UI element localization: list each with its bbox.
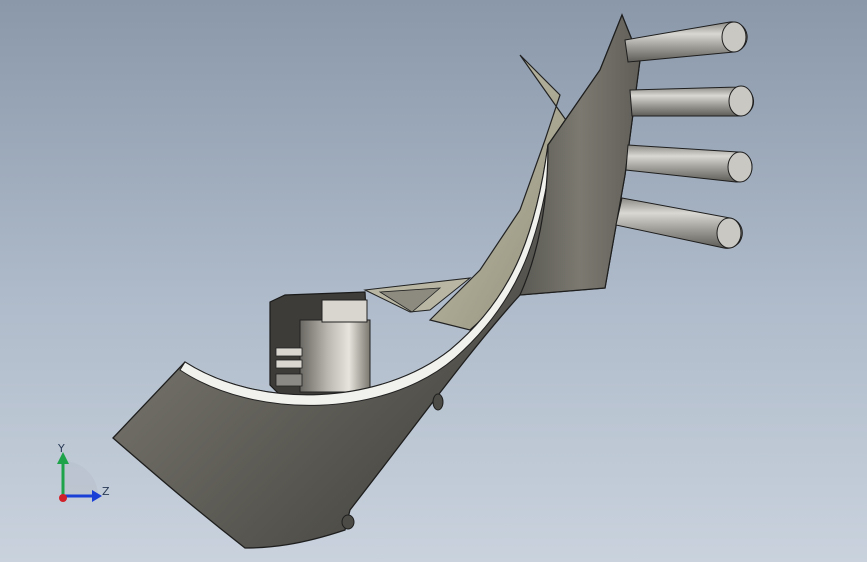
z-axis-label: Z <box>102 485 110 498</box>
y-axis-label: Y <box>58 442 65 455</box>
pin-2 <box>629 85 755 117</box>
side-fin <box>519 13 641 296</box>
triad-graphic <box>57 452 102 502</box>
axis-triad: Y Z <box>40 438 130 513</box>
boss-mid <box>432 393 444 411</box>
x-axis-point <box>59 494 67 502</box>
graphics-viewport[interactable]: Y Z <box>0 0 867 562</box>
pin-1 <box>624 21 748 63</box>
boss-lower <box>341 514 355 530</box>
pin-4 <box>615 197 743 249</box>
3d-model-part[interactable] <box>0 0 867 562</box>
pin-3 <box>625 144 753 183</box>
